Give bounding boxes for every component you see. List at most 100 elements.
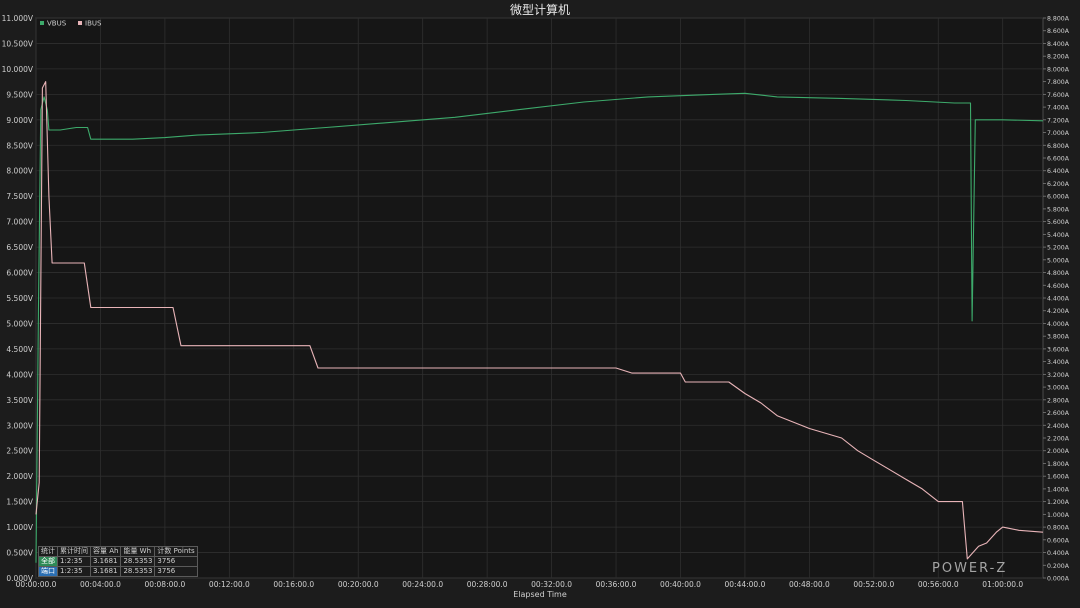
stats-cell: 3756 <box>154 566 198 577</box>
stats-cell: 1:2:35 <box>57 566 91 577</box>
y-right-tick-label: 1.400A <box>1047 486 1070 493</box>
stats-cell: 3.1681 <box>89 556 122 567</box>
y-left-tick-label: 8.500V <box>6 141 33 150</box>
y-right-tick-label: 7.800A <box>1047 79 1070 86</box>
x-tick-label: 00:20:00.0 <box>338 580 379 589</box>
y-left-tick-label: 7.500V <box>6 192 33 201</box>
x-tick-label: 00:16:00.0 <box>273 580 314 589</box>
x-axis-ticks: 00:00:00.0 00:04:00.0 00:08:00.0 00:12:00.0… <box>16 580 1024 589</box>
stats-header-cell: 累计时间 <box>57 546 91 557</box>
y-left-tick-label: 6.500V <box>6 243 33 252</box>
y-right-tick-label: 4.600A <box>1047 283 1070 290</box>
y-left-tick-label: 9.000V <box>6 116 33 125</box>
y-right-tick-label: 5.400A <box>1047 232 1070 239</box>
y-right-tick-label: 7.600A <box>1047 92 1070 99</box>
y-right-tick-label: 7.000A <box>1047 130 1070 137</box>
x-tick-label: 00:36:00.0 <box>596 580 637 589</box>
x-tick-label: 00:56:00.0 <box>918 580 959 589</box>
y-left-tick-label: 3.500V <box>6 396 33 405</box>
y-right-tick-label: 2.600A <box>1047 410 1070 417</box>
stats-header-cell: 容量 Ah <box>89 546 122 557</box>
stats-tag-port: 端口 <box>38 566 58 577</box>
y-right-tick-label: 8.800A <box>1047 16 1070 23</box>
y-right-tick-label: 1.000A <box>1047 512 1070 519</box>
y-right-tick-label: 4.000A <box>1047 321 1070 328</box>
stats-row: 端口 1:2:35 3.1681 28.5353 3756 <box>38 566 198 577</box>
y-right-tick-label: 2.000A <box>1047 448 1070 455</box>
x-tick-label: 00:44:00.0 <box>725 580 766 589</box>
y-right-tick-label: 0.000A <box>1047 576 1070 583</box>
y-right-tick-label: 0.200A <box>1047 563 1070 570</box>
y-right-tick-label: 6.000A <box>1047 194 1070 201</box>
y-right-tick-label: 2.200A <box>1047 436 1070 443</box>
y-right-tick-label: 1.200A <box>1047 499 1070 506</box>
y-right-tick-label: 1.600A <box>1047 474 1070 481</box>
y-right-tick-label: 3.000A <box>1047 385 1070 392</box>
stats-header-cell: 能量 Wh <box>120 546 156 557</box>
x-tick-label: 00:12:00.0 <box>209 580 250 589</box>
y-left-tick-label: 0.500V <box>6 549 33 558</box>
stats-cell: 1:2:35 <box>57 556 91 567</box>
y-left-tick-label: 1.000V <box>6 523 33 532</box>
legend-swatch-ibus <box>78 21 82 25</box>
y-right-tick-label: 2.800A <box>1047 397 1070 404</box>
y-left-tick-label: 6.000V <box>6 269 33 278</box>
y-right-tick-label: 0.800A <box>1047 525 1070 532</box>
y-right-tick-label: 8.200A <box>1047 54 1070 61</box>
right-axis-ticks: 0.000A 0.200A 0.400A 0.600A 0.800A 1.000A 1.20… <box>1043 16 1070 583</box>
chart-window: 微型计算机 0.000V 0.500V 1.000V 1.500V 2.000V 2.50… <box>0 0 1080 608</box>
y-right-tick-label: 6.400A <box>1047 168 1070 175</box>
y-left-tick-label: 11.000V <box>2 14 34 23</box>
stats-header-cell: 计数 Points <box>154 546 198 557</box>
grid <box>35 17 1044 579</box>
legend-label-vbus: VBUS <box>47 20 67 28</box>
y-left-tick-label: 1.500V <box>6 498 33 507</box>
x-tick-label: 00:04:00.0 <box>80 580 121 589</box>
y-right-tick-label: 7.400A <box>1047 105 1070 112</box>
y-left-tick-label: 10.000V <box>2 65 34 74</box>
y-left-tick-label: 7.000V <box>6 218 33 227</box>
y-right-tick-label: 5.200A <box>1047 245 1070 252</box>
x-tick-label: 00:48:00.0 <box>789 580 830 589</box>
y-right-tick-label: 4.800A <box>1047 270 1070 277</box>
stats-header-cell: 统计 <box>38 546 58 557</box>
y-left-tick-label: 5.000V <box>6 319 33 328</box>
y-left-tick-label: 10.500V <box>2 39 34 48</box>
watermark-logo: POWER-Z <box>932 561 1008 576</box>
y-left-tick-label: 2.500V <box>6 447 33 456</box>
y-left-tick-label: 2.000V <box>6 472 33 481</box>
y-right-tick-label: 8.000A <box>1047 66 1070 73</box>
x-tick-label: 00:32:00.0 <box>531 580 572 589</box>
stats-table: 统计 累计时间 容量 Ah 能量 Wh 计数 Points 全部 1:2:35 … <box>38 546 198 577</box>
y-right-tick-label: 8.600A <box>1047 28 1070 35</box>
stats-tag-all: 全部 <box>38 556 58 567</box>
y-left-tick-label: 8.000V <box>6 167 33 176</box>
y-right-tick-label: 8.400A <box>1047 41 1070 48</box>
x-tick-label: 01:00:00.0 <box>982 580 1023 589</box>
y-right-tick-label: 0.400A <box>1047 550 1070 557</box>
y-right-tick-label: 5.800A <box>1047 206 1070 213</box>
x-tick-label: 00:00:00.0 <box>16 580 57 589</box>
x-tick-label: 00:24:00.0 <box>402 580 443 589</box>
stats-cell: 3.1681 <box>89 566 122 577</box>
y-right-tick-label: 6.200A <box>1047 181 1070 188</box>
y-left-tick-label: 4.000V <box>6 370 33 379</box>
x-axis-label: Elapsed Time <box>513 590 567 599</box>
y-left-tick-label: 3.000V <box>6 421 33 430</box>
y-right-tick-label: 4.200A <box>1047 308 1070 315</box>
x-tick-label: 00:28:00.0 <box>467 580 508 589</box>
y-left-tick-label: 5.500V <box>6 294 33 303</box>
y-left-tick-label: 9.500V <box>6 90 33 99</box>
stats-cell: 28.5353 <box>120 556 156 567</box>
left-axis-ticks: 0.000V0.500V1.000V1.500V2.000V2.500V3.00… <box>2 14 34 583</box>
x-tick-label: 00:40:00.0 <box>660 580 701 589</box>
stats-cell: 28.5353 <box>120 566 156 577</box>
stats-cell: 3756 <box>154 556 198 567</box>
y-right-tick-label: 0.600A <box>1047 537 1070 544</box>
y-right-tick-label: 1.800A <box>1047 461 1070 468</box>
y-right-tick-label: 2.400A <box>1047 423 1070 430</box>
y-right-tick-label: 3.600A <box>1047 346 1070 353</box>
y-right-tick-label: 6.800A <box>1047 143 1070 150</box>
legend-label-ibus: IBUS <box>85 20 102 28</box>
y-right-tick-label: 3.400A <box>1047 359 1070 366</box>
